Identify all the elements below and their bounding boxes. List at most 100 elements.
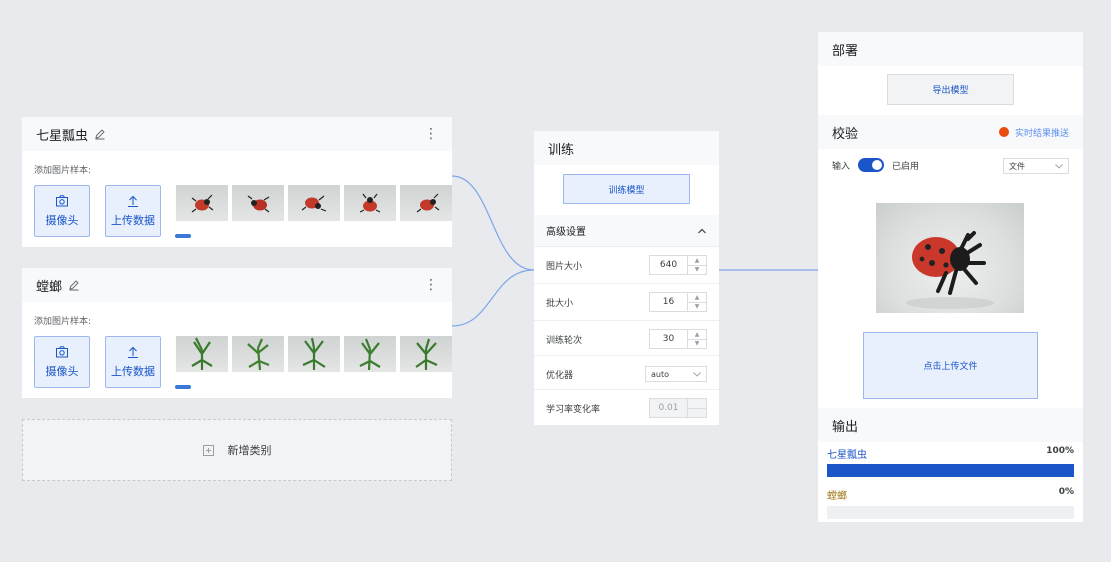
webcam-button[interactable]: 摄像头: [34, 185, 90, 237]
sample-thumbnail[interactable]: [400, 336, 452, 372]
advanced-settings-title: 高级设置: [546, 227, 586, 238]
param-label: 学习率变化率: [546, 404, 601, 415]
thumbnail-scrollbar[interactable]: [175, 234, 191, 238]
result-bar-track: [827, 464, 1074, 477]
result-bar-track: [827, 506, 1074, 519]
samples-label: 添加图片样本:: [34, 317, 92, 327]
select-value: auto: [651, 369, 670, 379]
ladybug-image: [247, 195, 270, 213]
live-label: 实时结果推送: [1014, 128, 1069, 139]
input-label: 输入: [832, 161, 851, 172]
class-header: 七星瓢虫 ⋮: [22, 117, 452, 151]
result-bar-fill: [827, 464, 1074, 477]
record-dot-icon: [998, 127, 1009, 137]
stepper-up-icon: [688, 399, 706, 408]
param-label: 优化器: [546, 370, 574, 381]
stepper-up-icon[interactable]: ▲: [688, 330, 706, 339]
mantis-image: [191, 337, 213, 370]
epochs-stepper[interactable]: 30 ▲ ▼: [649, 329, 707, 349]
stepper-down-icon[interactable]: ▼: [688, 264, 706, 275]
upload-data-button[interactable]: 上传数据: [105, 336, 161, 388]
chevron-down-icon: [1055, 163, 1063, 169]
webcam-label: 摄像头: [45, 365, 79, 378]
train-model-button[interactable]: 训练模型: [563, 174, 690, 204]
result-class-name: 螳螂: [827, 491, 847, 502]
ladybug-image: [906, 231, 994, 309]
chevron-up-icon: [698, 228, 706, 233]
training-panel: 训练 训练模型 高级设置 图片大小 640 ▲ ▼ 批大小 16 ▲ ▼ 训练轮次 …: [534, 131, 719, 425]
chevron-down-icon: [693, 371, 701, 377]
thumbnail-scrollbar[interactable]: [175, 385, 191, 389]
input-toggle-row: 输入 已启用: [832, 158, 919, 172]
edit-pencil-icon[interactable]: [68, 279, 80, 291]
stepper-value[interactable]: 30: [650, 330, 687, 348]
upload-icon: [128, 195, 138, 207]
upload-icon: [128, 346, 138, 358]
preview-image: [876, 203, 1024, 313]
output-title: 输出: [832, 419, 859, 435]
stepper-up-icon[interactable]: ▲: [688, 293, 706, 302]
optimizer-select[interactable]: auto: [645, 366, 707, 382]
more-menu-icon[interactable]: ⋮: [424, 126, 438, 142]
add-class-button[interactable]: 新增类别: [22, 419, 452, 481]
upload-label: 上传数据: [111, 214, 155, 227]
class-name[interactable]: 七星瓢虫: [36, 125, 88, 144]
ladybug-image: [191, 194, 214, 213]
stepper-value[interactable]: 640: [650, 256, 687, 274]
ladybug-image: [301, 195, 327, 212]
more-menu-icon[interactable]: ⋮: [424, 277, 438, 293]
deploy-header: 部署: [818, 32, 1083, 66]
stepper-down-icon[interactable]: ▼: [688, 301, 706, 312]
webcam-label: 摄像头: [45, 214, 79, 227]
image-size-stepper[interactable]: 640 ▲ ▼: [649, 255, 707, 275]
mantis-image: [415, 338, 438, 370]
input-toggle[interactable]: [858, 158, 885, 172]
output-header: 输出: [818, 408, 1083, 442]
webcam-button[interactable]: 摄像头: [34, 336, 90, 388]
input-source-select[interactable]: 文件: [1003, 158, 1069, 174]
advanced-settings-toggle[interactable]: 高级设置: [534, 215, 719, 246]
result-percent: 0%: [1058, 487, 1074, 497]
param-label: 训练轮次: [546, 335, 583, 346]
sample-thumbnail[interactable]: [176, 336, 228, 372]
sample-thumbnail[interactable]: [344, 185, 396, 221]
sample-thumbnail[interactable]: [344, 336, 396, 372]
result-row: 螳螂 0%: [827, 487, 1074, 502]
plus-icon: [202, 444, 214, 456]
upload-label: 上传数据: [111, 365, 155, 378]
stepper-down-icon[interactable]: ▼: [688, 338, 706, 349]
upload-file-dropzone[interactable]: 点击上传文件: [863, 332, 1038, 399]
param-optimizer: 优化器 auto: [534, 355, 719, 392]
export-model-button[interactable]: 导出模型: [887, 74, 1014, 105]
stepper-up-icon[interactable]: ▲: [688, 256, 706, 265]
class-header: 螳螂 ⋮: [22, 268, 452, 302]
edit-pencil-icon[interactable]: [94, 128, 106, 140]
mantis-image: [302, 337, 326, 370]
sample-thumbnail[interactable]: [176, 185, 228, 221]
validate-title: 校验: [832, 126, 859, 142]
mantis-image: [247, 338, 270, 371]
live-push-toggle[interactable]: 实时结果推送: [998, 126, 1069, 139]
upload-data-button[interactable]: 上传数据: [105, 185, 161, 237]
batch-size-stepper[interactable]: 16 ▲ ▼: [649, 292, 707, 312]
sample-thumbnail[interactable]: [232, 185, 284, 221]
sample-thumbnail[interactable]: [400, 185, 452, 221]
samples-label: 添加图片样本:: [34, 166, 92, 176]
training-title: 训练: [534, 131, 719, 165]
deploy-title: 部署: [832, 43, 859, 59]
result-percent: 100%: [1046, 446, 1074, 456]
ladybug-image: [359, 193, 381, 213]
mantis-image: [359, 338, 381, 371]
param-label: 图片大小: [546, 261, 583, 272]
stepper-value[interactable]: 16: [650, 293, 687, 311]
camera-icon: [56, 195, 68, 207]
sample-thumbnail[interactable]: [288, 185, 340, 221]
camera-icon: [56, 346, 68, 358]
class-card-mantis: 螳螂 ⋮ 添加图片样本: 摄像头 上传数据: [22, 268, 452, 398]
stepper-value: 0.01: [658, 403, 679, 413]
ladybug-image: [416, 193, 440, 213]
class-card-ladybug: 七星瓢虫 ⋮ 添加图片样本: 摄像头 上传数据: [22, 117, 452, 247]
sample-thumbnail[interactable]: [232, 336, 284, 372]
class-name[interactable]: 螳螂: [36, 276, 62, 295]
sample-thumbnail[interactable]: [288, 336, 340, 372]
